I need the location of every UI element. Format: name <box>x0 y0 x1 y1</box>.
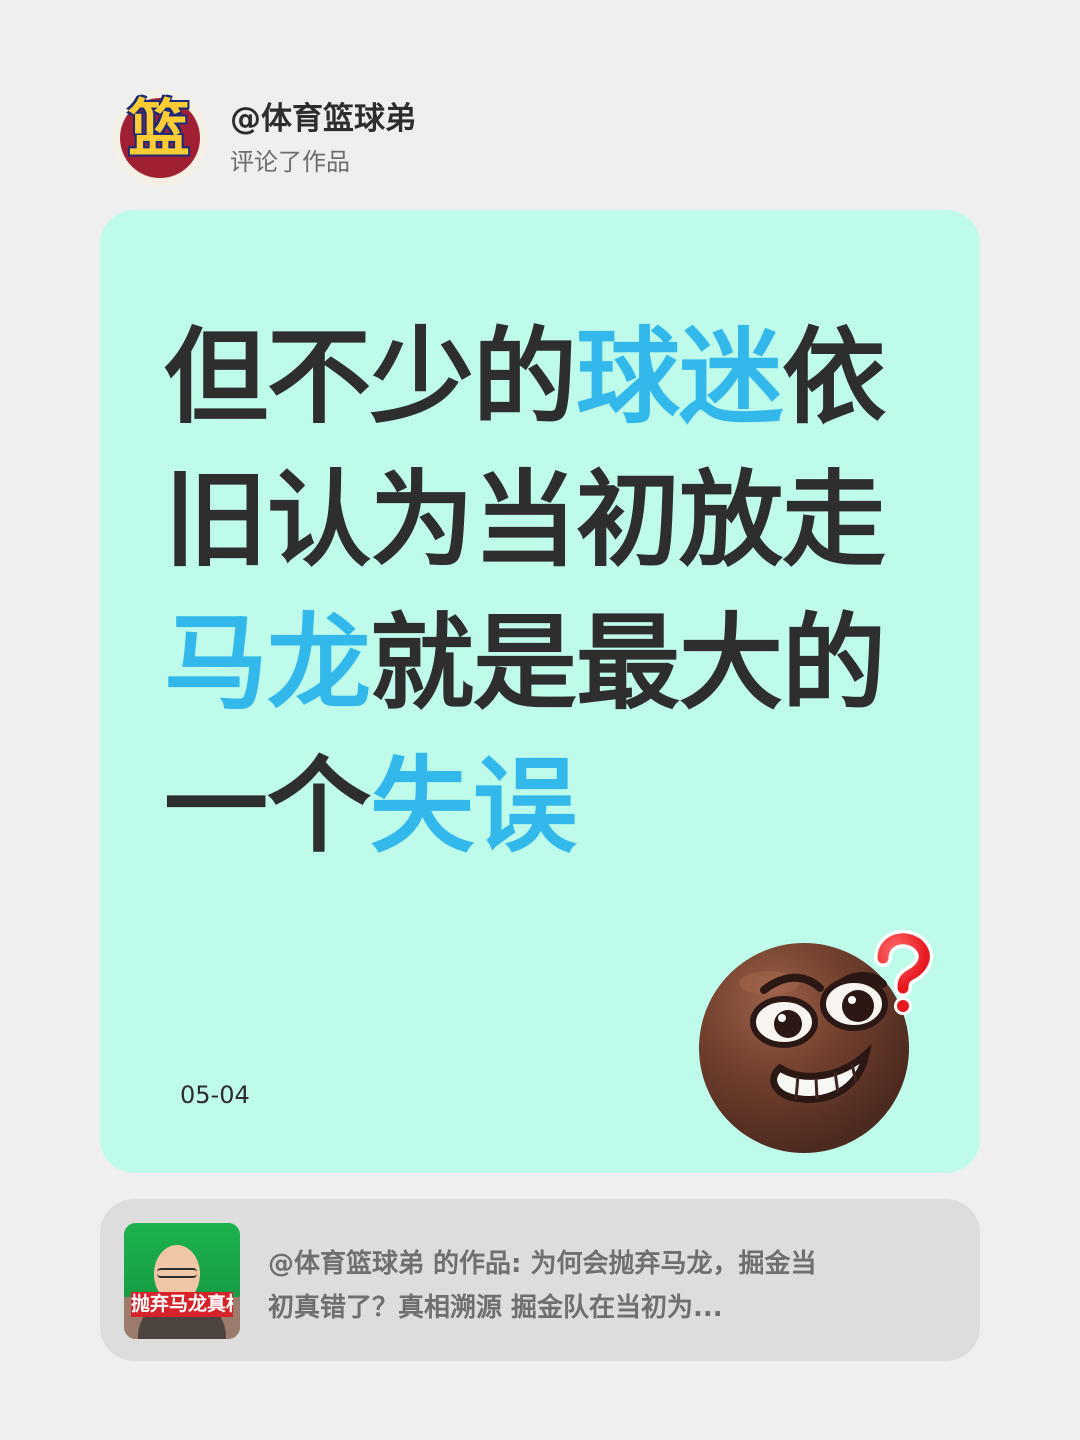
comment-highlight-malone: 马龙 <box>164 602 371 724</box>
video-thumbnail-icon[interactable]: 抛弃马龙真相 <box>124 1223 240 1339</box>
presenter-glasses <box>157 1268 197 1278</box>
comment-header: 篮 @体育篮球弟 评论了作品 <box>112 90 416 186</box>
comment-text-segment: 但不少的 <box>164 316 577 438</box>
action-description: 评论了作品 <box>230 148 350 176</box>
avatar-basketball-glyph: 篮 <box>128 92 191 165</box>
comment-highlight-fans: 球迷 <box>576 316 783 438</box>
thumbnail-title: 抛弃马龙真相 <box>131 1292 233 1317</box>
user-meta: @体育篮球弟 评论了作品 <box>230 99 416 177</box>
source-video-description[interactable]: @体育篮球弟 的作品: 为何会抛弃马龙，掘金当 初真错了？真相溯源 掘金队在当初… <box>268 1242 938 1330</box>
grinning-question-face-icon <box>696 918 946 1168</box>
comment-card: 但不少的球迷依旧认为当初放走马龙就是最大的一个失误 05-04 <box>100 210 980 1173</box>
comment-date: 05-04 <box>180 1081 250 1109</box>
user-avatar[interactable]: 篮 <box>112 90 208 186</box>
username[interactable]: @体育篮球弟 <box>230 99 416 139</box>
comment-highlight-mistake: 失误 <box>370 745 577 867</box>
comment-text: 但不少的球迷依旧认为当初放走马龙就是最大的一个失误 <box>164 306 906 878</box>
source-video-card[interactable]: 抛弃马龙真相 @体育篮球弟 的作品: 为何会抛弃马龙，掘金当 初真错了？真相溯源… <box>100 1199 980 1361</box>
